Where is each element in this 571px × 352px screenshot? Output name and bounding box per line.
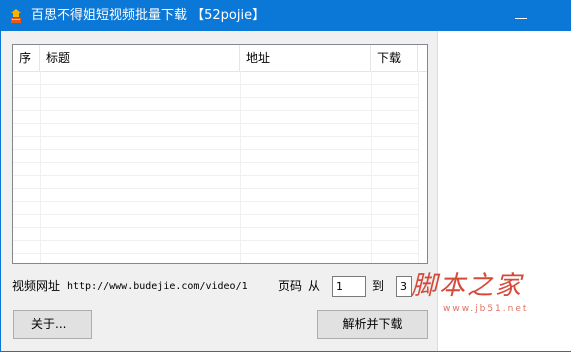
- grid-row-line: [13, 201, 419, 202]
- grid-row-line: [13, 149, 419, 150]
- grid-row-line: [13, 253, 419, 254]
- grid-row-line: [13, 214, 419, 215]
- column-header-address[interactable]: 地址: [240, 45, 371, 71]
- grid-row-line: [13, 110, 419, 111]
- grid-row-line: [13, 84, 419, 85]
- column-header-title[interactable]: 标题: [40, 45, 240, 71]
- page-label: 页码: [278, 279, 303, 293]
- url-field[interactable]: http://www.budejie.com/video/1: [67, 279, 248, 295]
- grid-row-line: [13, 123, 419, 124]
- column-header-download[interactable]: 下载: [371, 45, 418, 71]
- column-header-index[interactable]: 序: [13, 45, 40, 71]
- url-label: 视频网址: [12, 279, 61, 293]
- window-title: 百思不得姐短视频批量下载 【52pojie】: [31, 8, 266, 23]
- minimize-icon: [515, 18, 527, 19]
- grid-column-line: [371, 71, 372, 263]
- page-to-input[interactable]: 3: [396, 276, 412, 297]
- video-list[interactable]: 序 标题 地址 下载: [12, 44, 428, 264]
- to-label: 到: [372, 279, 385, 293]
- grid-column-line: [240, 71, 241, 263]
- list-header: 序 标题 地址 下载: [13, 45, 427, 72]
- app-icon: [9, 8, 23, 24]
- watermark-logo: 脚本之家: [411, 271, 524, 301]
- grid-row-line: [13, 136, 419, 137]
- grid-column-line: [40, 71, 41, 263]
- watermark: 脚本之家 www.jb51.net: [411, 271, 541, 321]
- about-button[interactable]: 关于...: [13, 310, 92, 339]
- from-label: 从: [308, 279, 321, 293]
- title-bar[interactable]: 百思不得姐短视频批量下载 【52pojie】: [1, 1, 570, 31]
- grid-row-line: [13, 188, 419, 189]
- page-from-input[interactable]: 1: [332, 276, 366, 297]
- grid-row-line: [13, 175, 419, 176]
- grid-row-line: [13, 162, 419, 163]
- watermark-url: www.jb51.net: [443, 304, 529, 314]
- grid-row-line: [13, 227, 419, 228]
- app-window: 百思不得姐短视频批量下载 【52pojie】 序 标题 地址 下载 视频网址 h…: [0, 0, 571, 352]
- minimize-button[interactable]: [503, 1, 539, 31]
- grid-column-line: [418, 71, 419, 263]
- grid-row-line: [13, 97, 419, 98]
- grid-row-line: [13, 240, 419, 241]
